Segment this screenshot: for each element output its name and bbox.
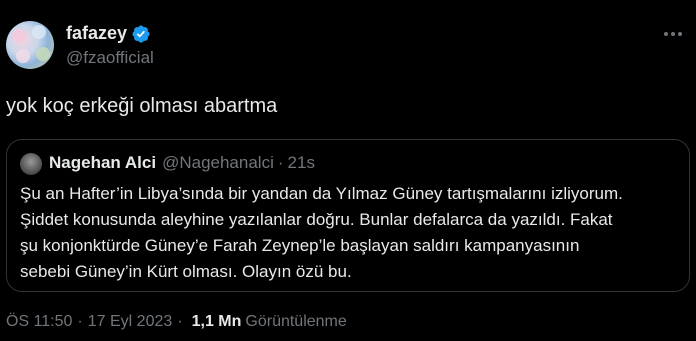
quoted-display-name[interactable]: Nagehan Alci: [49, 153, 156, 173]
quoted-text-line: sebebi Güney’in Kürt olması. Olayın özü …: [20, 262, 352, 281]
quoted-header: Nagehan Alci @Nagehanalci · 21s: [49, 153, 315, 173]
meta-separator: ·: [177, 313, 183, 330]
tweet: fafazey @fzaofficial yok koç erkeği olma…: [0, 0, 696, 341]
avatar[interactable]: [6, 21, 54, 69]
verified-badge-icon[interactable]: [131, 24, 151, 44]
quoted-text-line: Şu an Hafter’in Libya’sında bir yandan d…: [20, 184, 623, 203]
author-handle[interactable]: @fzaofficial: [66, 48, 154, 68]
meta-separator: ·: [77, 313, 83, 330]
quoted-tweet[interactable]: Nagehan Alci @Nagehanalci · 21s Şu an Ha…: [6, 139, 690, 292]
quoted-timestamp[interactable]: 21s: [288, 153, 315, 173]
more-options-icon[interactable]: [660, 24, 686, 44]
views-count[interactable]: 1,1 Mn: [192, 313, 242, 331]
tweet-text: yok koç erkeği olması abartma: [6, 95, 278, 117]
views-label: Görüntülenme: [245, 313, 347, 330]
quoted-separator: ·: [277, 153, 284, 172]
quoted-handle[interactable]: @Nagehanalci: [162, 153, 274, 173]
quoted-text-line: şu konjonktürde Güney’e Farah Zeynep’le …: [20, 236, 580, 255]
author-display-name[interactable]: fafazey: [66, 23, 127, 44]
tweet-time[interactable]: ÖS 11:50: [6, 313, 72, 331]
author-name-row: fafazey: [66, 23, 151, 44]
quoted-text-line: Şiddet konusunda aleyhine yazılanlar doğ…: [20, 210, 613, 229]
tweet-date[interactable]: 17 Eyl 2023: [88, 313, 173, 331]
tweet-meta: ÖS 11:50 · 17 Eyl 2023 · 1,1 Mn Görüntül…: [6, 313, 347, 331]
quoted-avatar[interactable]: [20, 153, 42, 175]
quoted-text: Şu an Hafter’in Libya’sında bir yandan d…: [20, 181, 680, 285]
